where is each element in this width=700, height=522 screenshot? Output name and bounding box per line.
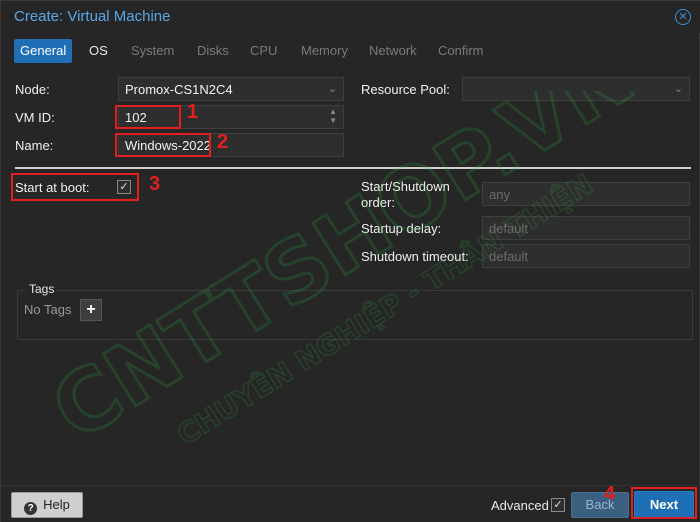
resource-pool-select[interactable]: ⌄: [462, 77, 690, 101]
resource-pool-label: Resource Pool:: [361, 82, 450, 97]
general-panel: Node: Promox-CS1N2C4 ⌄ VM ID: 102 ▲ ▼ Nam…: [5, 65, 697, 485]
section-divider: [15, 167, 691, 169]
annotation-1: 1: [187, 101, 199, 123]
annotation-2: 2: [217, 131, 229, 153]
startup-order-label: Start/Shutdown order:: [361, 179, 450, 210]
shutdown-timeout-input[interactable]: default: [482, 244, 690, 268]
advanced-label: Advanced: [491, 498, 549, 513]
dialog-footer: ? Help Advanced ✓ Back Next: [1, 485, 700, 522]
highlight-next: [631, 487, 697, 519]
create-vm-dialog: Create: Virtual Machine ✕ General OS Sys…: [0, 0, 700, 522]
dialog-title: Create: Virtual Machine: [14, 8, 171, 25]
annotation-4: 4: [604, 483, 616, 505]
startup-order-placeholder: any: [489, 187, 510, 202]
close-icon[interactable]: ✕: [675, 9, 691, 25]
highlight-vmid: [115, 105, 181, 129]
name-label: Name:: [15, 138, 54, 153]
add-tag-button[interactable]: +: [80, 299, 102, 321]
shutdown-timeout-label: Shutdown timeout:: [361, 249, 469, 264]
spinner-icon[interactable]: ▲ ▼: [329, 107, 337, 125]
tab-cpu: CPU: [250, 43, 278, 58]
help-icon: ?: [24, 502, 38, 515]
tab-memory: Memory: [301, 43, 348, 58]
node-select[interactable]: Promox-CS1N2C4 ⌄: [118, 77, 344, 101]
vmid-label: VM ID:: [15, 110, 55, 125]
startup-order-input[interactable]: any: [482, 182, 690, 206]
help-button[interactable]: ? Help: [11, 492, 83, 518]
tab-network: Network: [369, 43, 417, 58]
startup-delay-label: Startup delay:: [361, 221, 442, 236]
advanced-checkbox[interactable]: ✓: [551, 498, 565, 512]
help-label: Help: [43, 497, 70, 512]
tab-general[interactable]: General: [14, 39, 73, 63]
annotation-3: 3: [149, 173, 161, 195]
startup-delay-placeholder: default: [489, 221, 529, 236]
wizard-tabs: General OS System Disks CPU Memory Netwo…: [1, 35, 700, 65]
chevron-down-icon[interactable]: ⌄: [674, 82, 683, 95]
tags-empty-text: No Tags: [24, 302, 72, 317]
highlight-start-at-boot: [11, 173, 139, 201]
tab-os[interactable]: OS: [83, 39, 114, 63]
tab-disks: Disks: [197, 43, 229, 58]
shutdown-timeout-placeholder: default: [489, 249, 529, 264]
tags-title: Tags: [26, 282, 58, 296]
tab-system: System: [131, 43, 175, 58]
chevron-down-icon[interactable]: ⌄: [328, 82, 337, 95]
tab-confirm: Confirm: [438, 43, 484, 58]
node-label: Node:: [15, 82, 50, 97]
dialog-titlebar: Create: Virtual Machine ✕: [1, 1, 700, 33]
tags-fieldset: Tags No Tags +: [17, 282, 693, 340]
node-select-value: Promox-CS1N2C4: [125, 82, 233, 97]
startup-delay-input[interactable]: default: [482, 216, 690, 240]
back-button[interactable]: Back: [571, 492, 629, 518]
highlight-name: [115, 133, 211, 157]
